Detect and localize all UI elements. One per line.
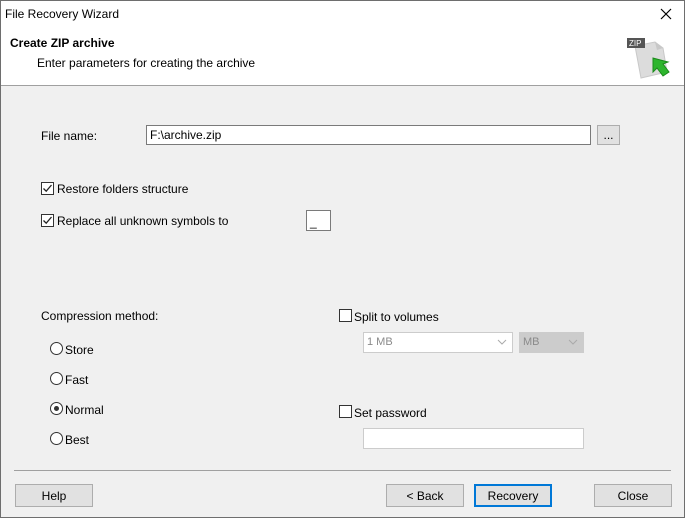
radio-fast-label: Fast (65, 373, 89, 387)
radio-normal[interactable] (50, 402, 63, 415)
file-recovery-wizard-window: File Recovery Wizard Create ZIP archive … (0, 0, 685, 518)
volume-size-value: 1 MB (367, 336, 393, 348)
radio-best[interactable] (50, 432, 63, 445)
radio-selected-dot (54, 406, 59, 411)
replacement-symbol-input[interactable]: _ (306, 210, 331, 231)
password-input[interactable] (363, 428, 584, 449)
window-title: File Recovery Wizard (5, 7, 120, 21)
checkmark-icon (43, 216, 52, 225)
close-icon[interactable] (656, 4, 676, 24)
volume-size-select[interactable]: 1 MB (363, 332, 513, 353)
close-button[interactable]: Close (594, 484, 672, 507)
radio-normal-label: Normal (65, 403, 104, 417)
chevron-down-icon (568, 339, 578, 345)
file-name-label: File name: (41, 129, 98, 143)
checkmark-icon (43, 184, 52, 193)
browse-button[interactable]: ... (597, 125, 620, 145)
zip-archive-recovery-icon: ZIP (623, 32, 675, 84)
radio-store[interactable] (50, 342, 63, 355)
back-button[interactable]: < Back (386, 484, 464, 507)
zip-badge: ZIP (629, 39, 641, 48)
chevron-down-icon (497, 339, 507, 345)
compression-method-label: Compression method: (41, 309, 159, 323)
set-password-checkbox[interactable] (339, 405, 352, 418)
replace-unknown-label: Replace all unknown symbols to (57, 214, 229, 228)
split-volumes-label: Split to volumes (354, 310, 439, 324)
replace-unknown-checkbox[interactable] (41, 214, 54, 227)
page-title: Create ZIP archive (10, 36, 115, 50)
volume-unit-value: MB (523, 336, 540, 348)
set-password-label: Set password (354, 406, 427, 420)
split-volumes-checkbox[interactable] (339, 309, 352, 322)
wizard-header: Create ZIP archive Enter parameters for … (1, 28, 684, 86)
footer-divider (14, 470, 671, 471)
title-bar: File Recovery Wizard (1, 1, 684, 28)
page-subtitle: Enter parameters for creating the archiv… (37, 56, 256, 70)
help-button[interactable]: Help (15, 484, 93, 507)
file-name-input[interactable]: F:\archive.zip (146, 125, 591, 145)
restore-folders-checkbox[interactable] (41, 182, 54, 195)
radio-best-label: Best (65, 433, 90, 447)
volume-unit-select[interactable]: MB (519, 332, 584, 353)
radio-fast[interactable] (50, 372, 63, 385)
restore-folders-label: Restore folders structure (57, 182, 189, 196)
recovery-button[interactable]: Recovery (474, 484, 552, 507)
radio-store-label: Store (65, 343, 94, 357)
